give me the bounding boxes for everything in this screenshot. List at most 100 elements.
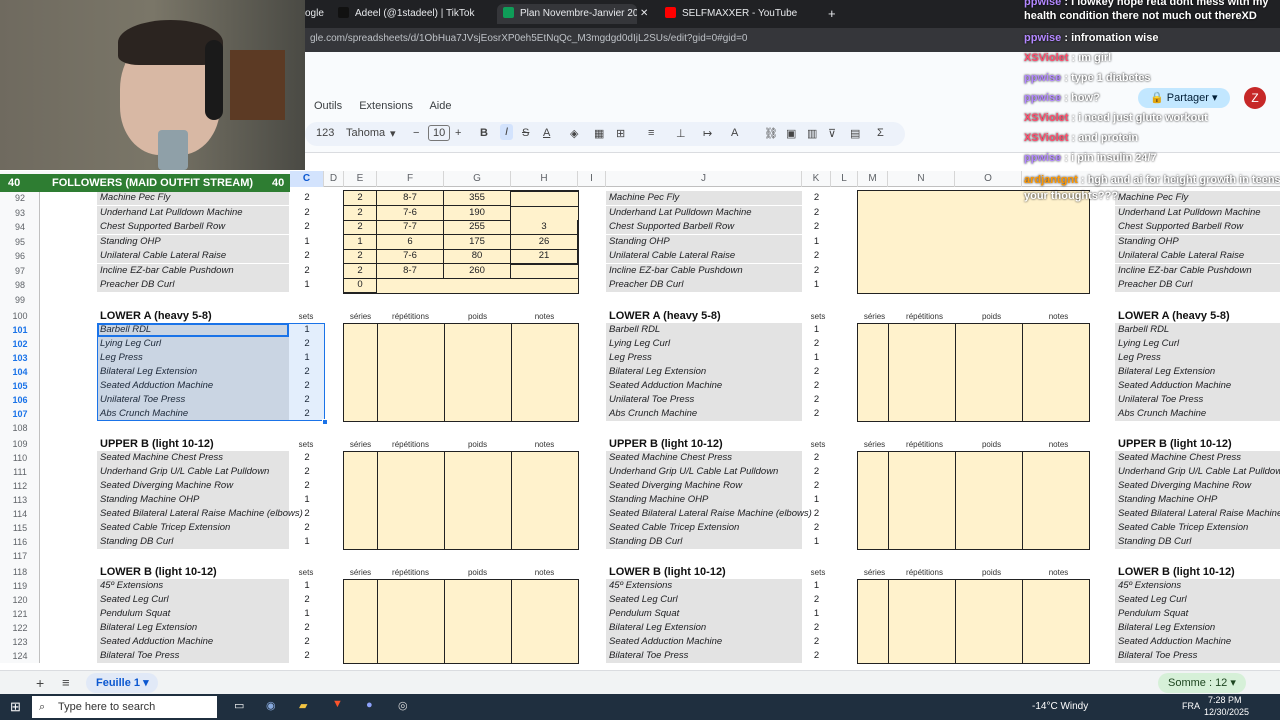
log-cell[interactable] bbox=[511, 263, 578, 265]
sets-cell[interactable]: 1 bbox=[290, 579, 324, 593]
sets-cell-right[interactable]: 2 bbox=[802, 337, 831, 351]
exercise-cell-far[interactable]: Pendulum Squat bbox=[1115, 607, 1280, 621]
exercise-cell-far[interactable]: Unilateral Toe Press bbox=[1115, 393, 1280, 407]
exercise-cell-right[interactable]: Seated Cable Tricep Extension bbox=[606, 521, 802, 535]
exercise-cell-far[interactable]: Leg Press bbox=[1115, 351, 1280, 365]
sets-cell-right[interactable]: 2 bbox=[802, 379, 831, 393]
log-cell[interactable] bbox=[511, 191, 578, 192]
row-number[interactable]: 97 bbox=[0, 264, 40, 278]
file-explorer-icon[interactable]: ▰ bbox=[299, 699, 307, 712]
copilot-icon[interactable]: ◉ bbox=[266, 699, 276, 712]
sets-cell-right[interactable]: 2 bbox=[802, 479, 831, 493]
exercise-cell-right[interactable]: Seated Adduction Machine bbox=[606, 635, 802, 649]
sets-cell[interactable]: 2 bbox=[290, 635, 324, 649]
exercise-cell[interactable]: Bilateral Leg Extension bbox=[97, 621, 289, 635]
row-number[interactable]: 117 bbox=[0, 549, 40, 563]
row-number[interactable]: 103 bbox=[0, 351, 40, 365]
sets-cell[interactable]: 2 bbox=[290, 621, 324, 635]
task-view-icon[interactable]: ▭ bbox=[234, 699, 244, 712]
row-number[interactable]: 110 bbox=[0, 451, 40, 465]
log-cell[interactable] bbox=[511, 205, 578, 207]
row-number[interactable]: 105 bbox=[0, 379, 40, 393]
column-header-o[interactable]: O bbox=[955, 171, 1022, 187]
strikethrough-button[interactable]: S bbox=[522, 127, 529, 139]
sets-cell[interactable]: 2 bbox=[290, 507, 324, 521]
discord-icon[interactable]: ● bbox=[366, 699, 373, 711]
menu-outils[interactable]: Outils bbox=[314, 100, 342, 112]
log-cell[interactable]: 260 bbox=[444, 263, 511, 279]
row-number[interactable]: 114 bbox=[0, 507, 40, 521]
column-header-i[interactable]: I bbox=[578, 171, 606, 187]
row-number[interactable]: 100 bbox=[0, 309, 40, 323]
row-number[interactable]: 118 bbox=[0, 565, 40, 579]
sets-cell[interactable]: 1 bbox=[290, 607, 324, 621]
windows-start-icon[interactable]: ⊞ bbox=[10, 699, 21, 715]
exercise-cell-right[interactable]: Standing DB Curl bbox=[606, 535, 802, 549]
selection-range[interactable] bbox=[97, 323, 325, 421]
bold-button[interactable]: B bbox=[480, 127, 488, 139]
row-number[interactable]: 102 bbox=[0, 337, 40, 351]
row-number[interactable]: 121 bbox=[0, 607, 40, 621]
row-number[interactable]: 116 bbox=[0, 535, 40, 549]
sets-cell-right[interactable]: 2 bbox=[802, 621, 831, 635]
log-cell[interactable]: 2 bbox=[344, 191, 377, 206]
chart-icon[interactable]: ▥ bbox=[807, 127, 817, 140]
sets-cell-right[interactable]: 1 bbox=[802, 323, 831, 337]
exercise-cell-right[interactable]: Leg Press bbox=[606, 351, 802, 365]
taskbar-search[interactable]: ⌕ Type here to search bbox=[32, 696, 217, 718]
log-cell[interactable]: 255 bbox=[444, 220, 511, 235]
sets-cell-right[interactable]: 2 bbox=[802, 593, 831, 607]
row-number[interactable]: 92 bbox=[0, 191, 40, 205]
log-cell[interactable] bbox=[377, 278, 444, 279]
row-number[interactable]: 96 bbox=[0, 249, 40, 263]
brave-icon[interactable]: ▼ bbox=[332, 698, 343, 710]
row-number[interactable]: 107 bbox=[0, 407, 40, 421]
exercise-cell-right[interactable]: Underhand Grip U/L Cable Lat Pulldown bbox=[606, 465, 802, 479]
browser-tab[interactable]: Plan Novembre-Janvier 2025 - G bbox=[497, 4, 637, 24]
add-sheet-button[interactable]: + bbox=[36, 675, 44, 691]
link-icon[interactable]: ⛓ bbox=[764, 127, 778, 140]
sets-cell[interactable]: 2 bbox=[290, 593, 324, 607]
merge-icon[interactable]: ⊞ bbox=[616, 127, 625, 140]
sets-cell-right[interactable]: 2 bbox=[802, 649, 831, 663]
column-header-e[interactable]: E bbox=[344, 171, 377, 187]
log-cell[interactable]: 6 bbox=[377, 234, 444, 250]
align-icon[interactable]: ≡ bbox=[648, 127, 654, 139]
exercise-cell-far[interactable]: Abs Crunch Machine bbox=[1115, 407, 1280, 421]
column-header-n[interactable]: N bbox=[888, 171, 955, 187]
weather-text[interactable]: -14°C Windy bbox=[1032, 701, 1088, 712]
exercise-cell[interactable]: 45º Extensions bbox=[97, 579, 289, 593]
sets-cell-right[interactable]: 2 bbox=[802, 635, 831, 649]
exercise-cell-far[interactable]: Barbell RDL bbox=[1115, 323, 1280, 337]
exercise-cell-right[interactable]: Seated Machine Chest Press bbox=[606, 451, 802, 465]
clock-date[interactable]: 12/30/2025 bbox=[1204, 707, 1249, 717]
row-number[interactable]: 106 bbox=[0, 393, 40, 407]
log-cell[interactable]: 21 bbox=[511, 249, 578, 264]
sets-cell-right[interactable]: 2 bbox=[802, 407, 831, 421]
log-cell[interactable]: 8-7 bbox=[377, 191, 444, 206]
exercise-cell-far[interactable]: Seated Adduction Machine bbox=[1115, 635, 1280, 649]
fill-handle[interactable] bbox=[322, 419, 328, 425]
column-header-f[interactable]: F bbox=[377, 171, 444, 187]
sheet-tab-feuille1[interactable]: Feuille 1 ▾ bbox=[86, 673, 158, 693]
exercise-cell-right[interactable]: Pendulum Squat bbox=[606, 607, 802, 621]
exercise-cell[interactable]: Standing Machine OHP bbox=[97, 493, 289, 507]
exercise-cell-right[interactable]: Seated Diverging Machine Row bbox=[606, 479, 802, 493]
log-cell[interactable]: 2 bbox=[344, 249, 377, 264]
sets-cell[interactable]: 1 bbox=[290, 535, 324, 549]
menu-aide[interactable]: Aide bbox=[429, 100, 451, 112]
row-number[interactable]: 108 bbox=[0, 421, 40, 435]
font-select[interactable]: Tahoma bbox=[346, 127, 385, 139]
exercise-cell-far[interactable]: Standing Machine OHP bbox=[1115, 493, 1280, 507]
sets-cell-right[interactable]: 1 bbox=[802, 351, 831, 365]
exercise-cell-right[interactable]: Seated Bilateral Lateral Raise Machine (… bbox=[606, 507, 812, 521]
exercise-cell-right[interactable]: Bilateral Leg Extension bbox=[606, 621, 802, 635]
log-cell[interactable]: 0 bbox=[344, 278, 377, 293]
log-cell[interactable]: 8-7 bbox=[377, 263, 444, 279]
exercise-cell[interactable]: Standing DB Curl bbox=[97, 535, 289, 549]
log-cell[interactable]: 1 bbox=[344, 234, 377, 250]
font-size-input[interactable]: 10 bbox=[428, 125, 451, 141]
valign-icon[interactable]: ⊥ bbox=[676, 127, 686, 140]
sets-cell-right[interactable]: 2 bbox=[802, 521, 831, 535]
row-number[interactable]: 111 bbox=[0, 465, 40, 479]
